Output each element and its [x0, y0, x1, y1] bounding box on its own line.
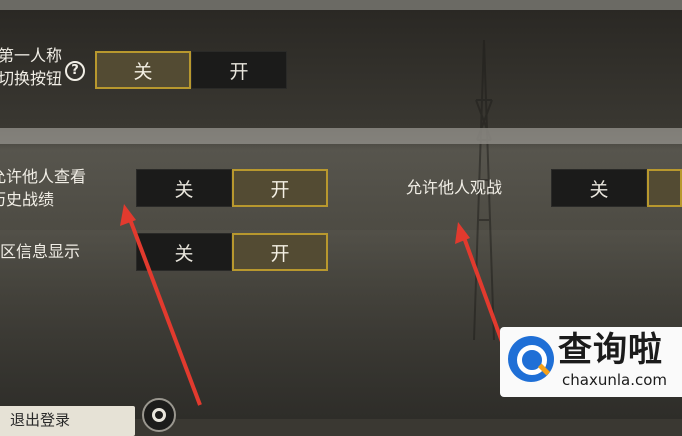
view-history-toggle: 关 开 — [136, 169, 328, 207]
view-history-label-line2: 历史战绩 — [0, 190, 55, 209]
magnifier-logo-icon — [508, 336, 554, 382]
view-history-off-option[interactable]: 关 — [136, 169, 232, 207]
first-person-toggle: 关 开 — [95, 51, 287, 89]
first-person-label-line1: 第一人称 — [0, 46, 63, 65]
help-icon[interactable]: ? — [65, 61, 85, 81]
spectate-toggle: 关 — [551, 169, 682, 207]
watermark-logo: 查询啦 chaxunla.com — [500, 327, 682, 397]
region-info-on-option[interactable]: 开 — [232, 233, 328, 271]
circle-icon — [152, 408, 166, 422]
view-history-label-line1: 允许他人查看 — [0, 167, 87, 186]
spectate-off-option[interactable]: 关 — [551, 169, 647, 207]
spectate-on-option[interactable] — [647, 169, 682, 207]
logout-button[interactable]: 退出登录 — [0, 406, 135, 436]
top-divider — [0, 0, 682, 10]
first-person-label-line2: 切换按钮 — [0, 69, 63, 88]
spectate-label: 允许他人观战 — [406, 178, 503, 197]
region-info-off-option[interactable]: 关 — [136, 233, 232, 271]
watermark-brand: 查询啦 — [558, 330, 663, 370]
view-history-on-option[interactable]: 开 — [232, 169, 328, 207]
watermark-domain: chaxunla.com — [562, 371, 667, 389]
region-info-label: 战区信息显示 — [0, 242, 81, 261]
region-info-toggle: 关 开 — [136, 233, 328, 271]
section-divider — [0, 128, 682, 144]
first-person-on-option[interactable]: 开 — [191, 51, 287, 89]
first-person-off-option[interactable]: 关 — [95, 51, 191, 89]
round-action-button[interactable] — [142, 398, 176, 432]
